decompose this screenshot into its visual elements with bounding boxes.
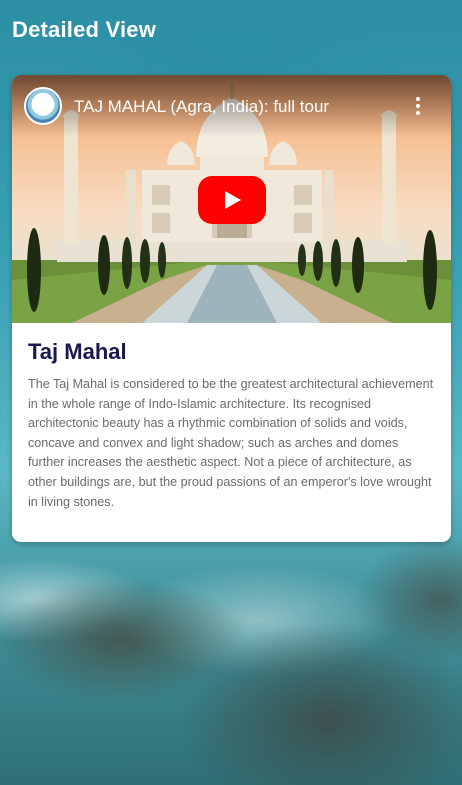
place-detail-card: TAJ MAHAL (Agra, India): full tour Taj M… <box>12 75 451 542</box>
channel-logo-icon[interactable] <box>24 87 62 125</box>
place-title: Taj Mahal <box>28 339 127 364</box>
card-content: Taj Mahal The Taj Mahal is considered to… <box>12 323 451 512</box>
page-title: Detailed View <box>12 17 157 42</box>
place-description: The Taj Mahal is considered to be the gr… <box>28 377 434 509</box>
video-player[interactable]: TAJ MAHAL (Agra, India): full tour <box>12 75 451 323</box>
youtube-play-icon[interactable] <box>198 176 266 224</box>
more-vertical-icon[interactable] <box>411 97 425 119</box>
video-title[interactable]: TAJ MAHAL (Agra, India): full tour <box>74 97 329 117</box>
